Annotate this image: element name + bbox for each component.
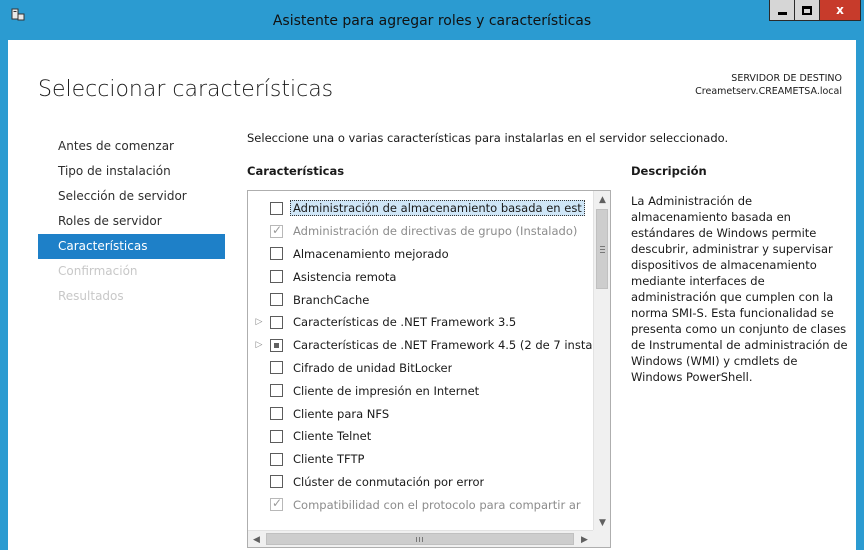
page-title: Seleccionar características — [38, 77, 334, 102]
scroll-up-icon[interactable]: ▲ — [594, 191, 610, 208]
feature-row[interactable]: Cliente TFTP — [248, 448, 593, 471]
feature-checkbox[interactable] — [270, 338, 283, 352]
horizontal-scroll-thumb[interactable] — [266, 533, 574, 545]
feature-label: Cliente para NFS — [293, 406, 390, 421]
minimize-button[interactable] — [769, 0, 795, 21]
nav-item[interactable]: Características — [38, 234, 225, 259]
feature-row[interactable]: Clúster de conmutación por error — [248, 471, 593, 494]
feature-row[interactable]: Cliente Telnet — [248, 425, 593, 448]
feature-label: Compatibilidad con el protocolo para com… — [293, 497, 581, 512]
feature-checkbox[interactable] — [270, 452, 283, 466]
feature-label: Administración de almacenamiento basada … — [290, 200, 585, 217]
feature-row[interactable]: Asistencia remota — [248, 265, 593, 288]
scroll-down-icon[interactable]: ▼ — [594, 514, 610, 531]
vertical-scrollbar[interactable]: ▲ ▼ — [593, 191, 610, 531]
wizard-window: Asistente para agregar roles y caracterí… — [0, 0, 864, 550]
nav-item[interactable]: Roles de servidor — [38, 209, 225, 234]
feature-row[interactable]: Administración de directivas de grupo (I… — [248, 220, 593, 243]
description-header: Descripción — [631, 164, 707, 178]
feature-label: Cliente TFTP — [293, 452, 365, 467]
feature-checkbox[interactable] — [270, 429, 283, 443]
intro-text: Seleccione una o varias características … — [247, 131, 729, 145]
scroll-right-icon[interactable]: ▶ — [576, 531, 593, 547]
feature-label: BranchCache — [293, 292, 370, 307]
maximize-icon — [802, 5, 812, 15]
feature-row[interactable]: Administración de almacenamiento basada … — [248, 197, 593, 220]
feature-checkbox[interactable] — [270, 475, 283, 489]
feature-checkbox[interactable] — [270, 247, 283, 261]
feature-checkbox[interactable] — [270, 293, 283, 307]
feature-checkbox[interactable] — [270, 315, 283, 329]
destination-server-name: Creametserv.CREAMETSA.local — [695, 86, 842, 97]
nav-item[interactable]: Tipo de instalación — [38, 159, 225, 184]
feature-label: Características de .NET Framework 4.5 (2… — [293, 338, 593, 353]
feature-row[interactable]: Compatibilidad con el protocolo para com… — [248, 493, 593, 516]
feature-label: Cliente de impresión en Internet — [293, 383, 480, 398]
scroll-left-icon[interactable]: ◀ — [248, 531, 265, 547]
wizard-content: Seleccionar características SERVIDOR DE … — [8, 40, 856, 550]
expand-arrow-icon[interactable]: ▷ — [248, 317, 270, 327]
feature-label: Almacenamiento mejorado — [293, 246, 449, 261]
window-title: Asistente para agregar roles y caracterí… — [272, 13, 592, 29]
description-text: La Administración de almacenamiento basa… — [631, 194, 848, 384]
nav-item: Resultados — [58, 289, 124, 303]
close-button[interactable]: x — [819, 0, 861, 21]
minimize-icon — [777, 11, 787, 15]
grip-icon — [416, 537, 417, 542]
horizontal-scrollbar[interactable]: ◀ ▶ — [248, 530, 593, 547]
feature-checkbox[interactable] — [270, 361, 283, 375]
feature-label: Cliente Telnet — [293, 429, 372, 444]
feature-row[interactable]: ▷ Características de .NET Framework 4.5 (… — [248, 334, 593, 357]
destination-server: SERVIDOR DE DESTINO Creametserv.CREAMETS… — [695, 72, 842, 98]
feature-checkbox[interactable] — [270, 407, 283, 421]
feature-label: Clúster de conmutación por error — [293, 474, 485, 489]
feature-label: Cifrado de unidad BitLocker — [293, 360, 453, 375]
destination-label: SERVIDOR DE DESTINO — [731, 73, 842, 84]
feature-row[interactable]: Cliente de impresión en Internet — [248, 379, 593, 402]
feature-row[interactable]: Almacenamiento mejorado — [248, 243, 593, 266]
nav-item[interactable]: Selección de servidor — [38, 184, 225, 209]
feature-row[interactable]: Cifrado de unidad BitLocker — [248, 357, 593, 380]
feature-checkbox — [270, 496, 283, 512]
feature-checkbox[interactable] — [270, 270, 283, 284]
feature-label: Características de .NET Framework 3.5 — [293, 315, 517, 330]
feature-label: Asistencia remota — [293, 269, 397, 284]
feature-label: Administración de directivas de grupo (I… — [293, 224, 578, 239]
feature-checkbox[interactable] — [270, 384, 283, 398]
feature-checkbox[interactable] — [270, 201, 283, 215]
feature-checkbox — [270, 223, 283, 238]
scrollbar-corner — [593, 530, 610, 547]
maximize-button[interactable] — [794, 0, 820, 21]
features-listbox[interactable]: Administración de almacenamiento basada … — [247, 190, 611, 548]
title-bar[interactable]: Asistente para agregar roles y caracterí… — [0, 0, 864, 40]
nav-item: Confirmación — [58, 264, 138, 278]
features-list: Administración de almacenamiento basada … — [248, 197, 593, 516]
close-icon: x — [836, 3, 844, 17]
vertical-scroll-thumb[interactable] — [596, 209, 608, 289]
grip-icon — [600, 246, 605, 247]
nav-item[interactable]: Antes de comenzar — [38, 134, 225, 159]
features-header: Características — [247, 164, 345, 178]
feature-row[interactable]: Cliente para NFS — [248, 402, 593, 425]
feature-row[interactable]: ▷ Características de .NET Framework 3.5 — [248, 311, 593, 334]
feature-row[interactable]: BranchCache — [248, 288, 593, 311]
wizard-nav: Antes de comenzar Tipo de instalación Sele… — [38, 134, 225, 309]
expand-arrow-icon[interactable]: ▷ — [248, 340, 270, 350]
